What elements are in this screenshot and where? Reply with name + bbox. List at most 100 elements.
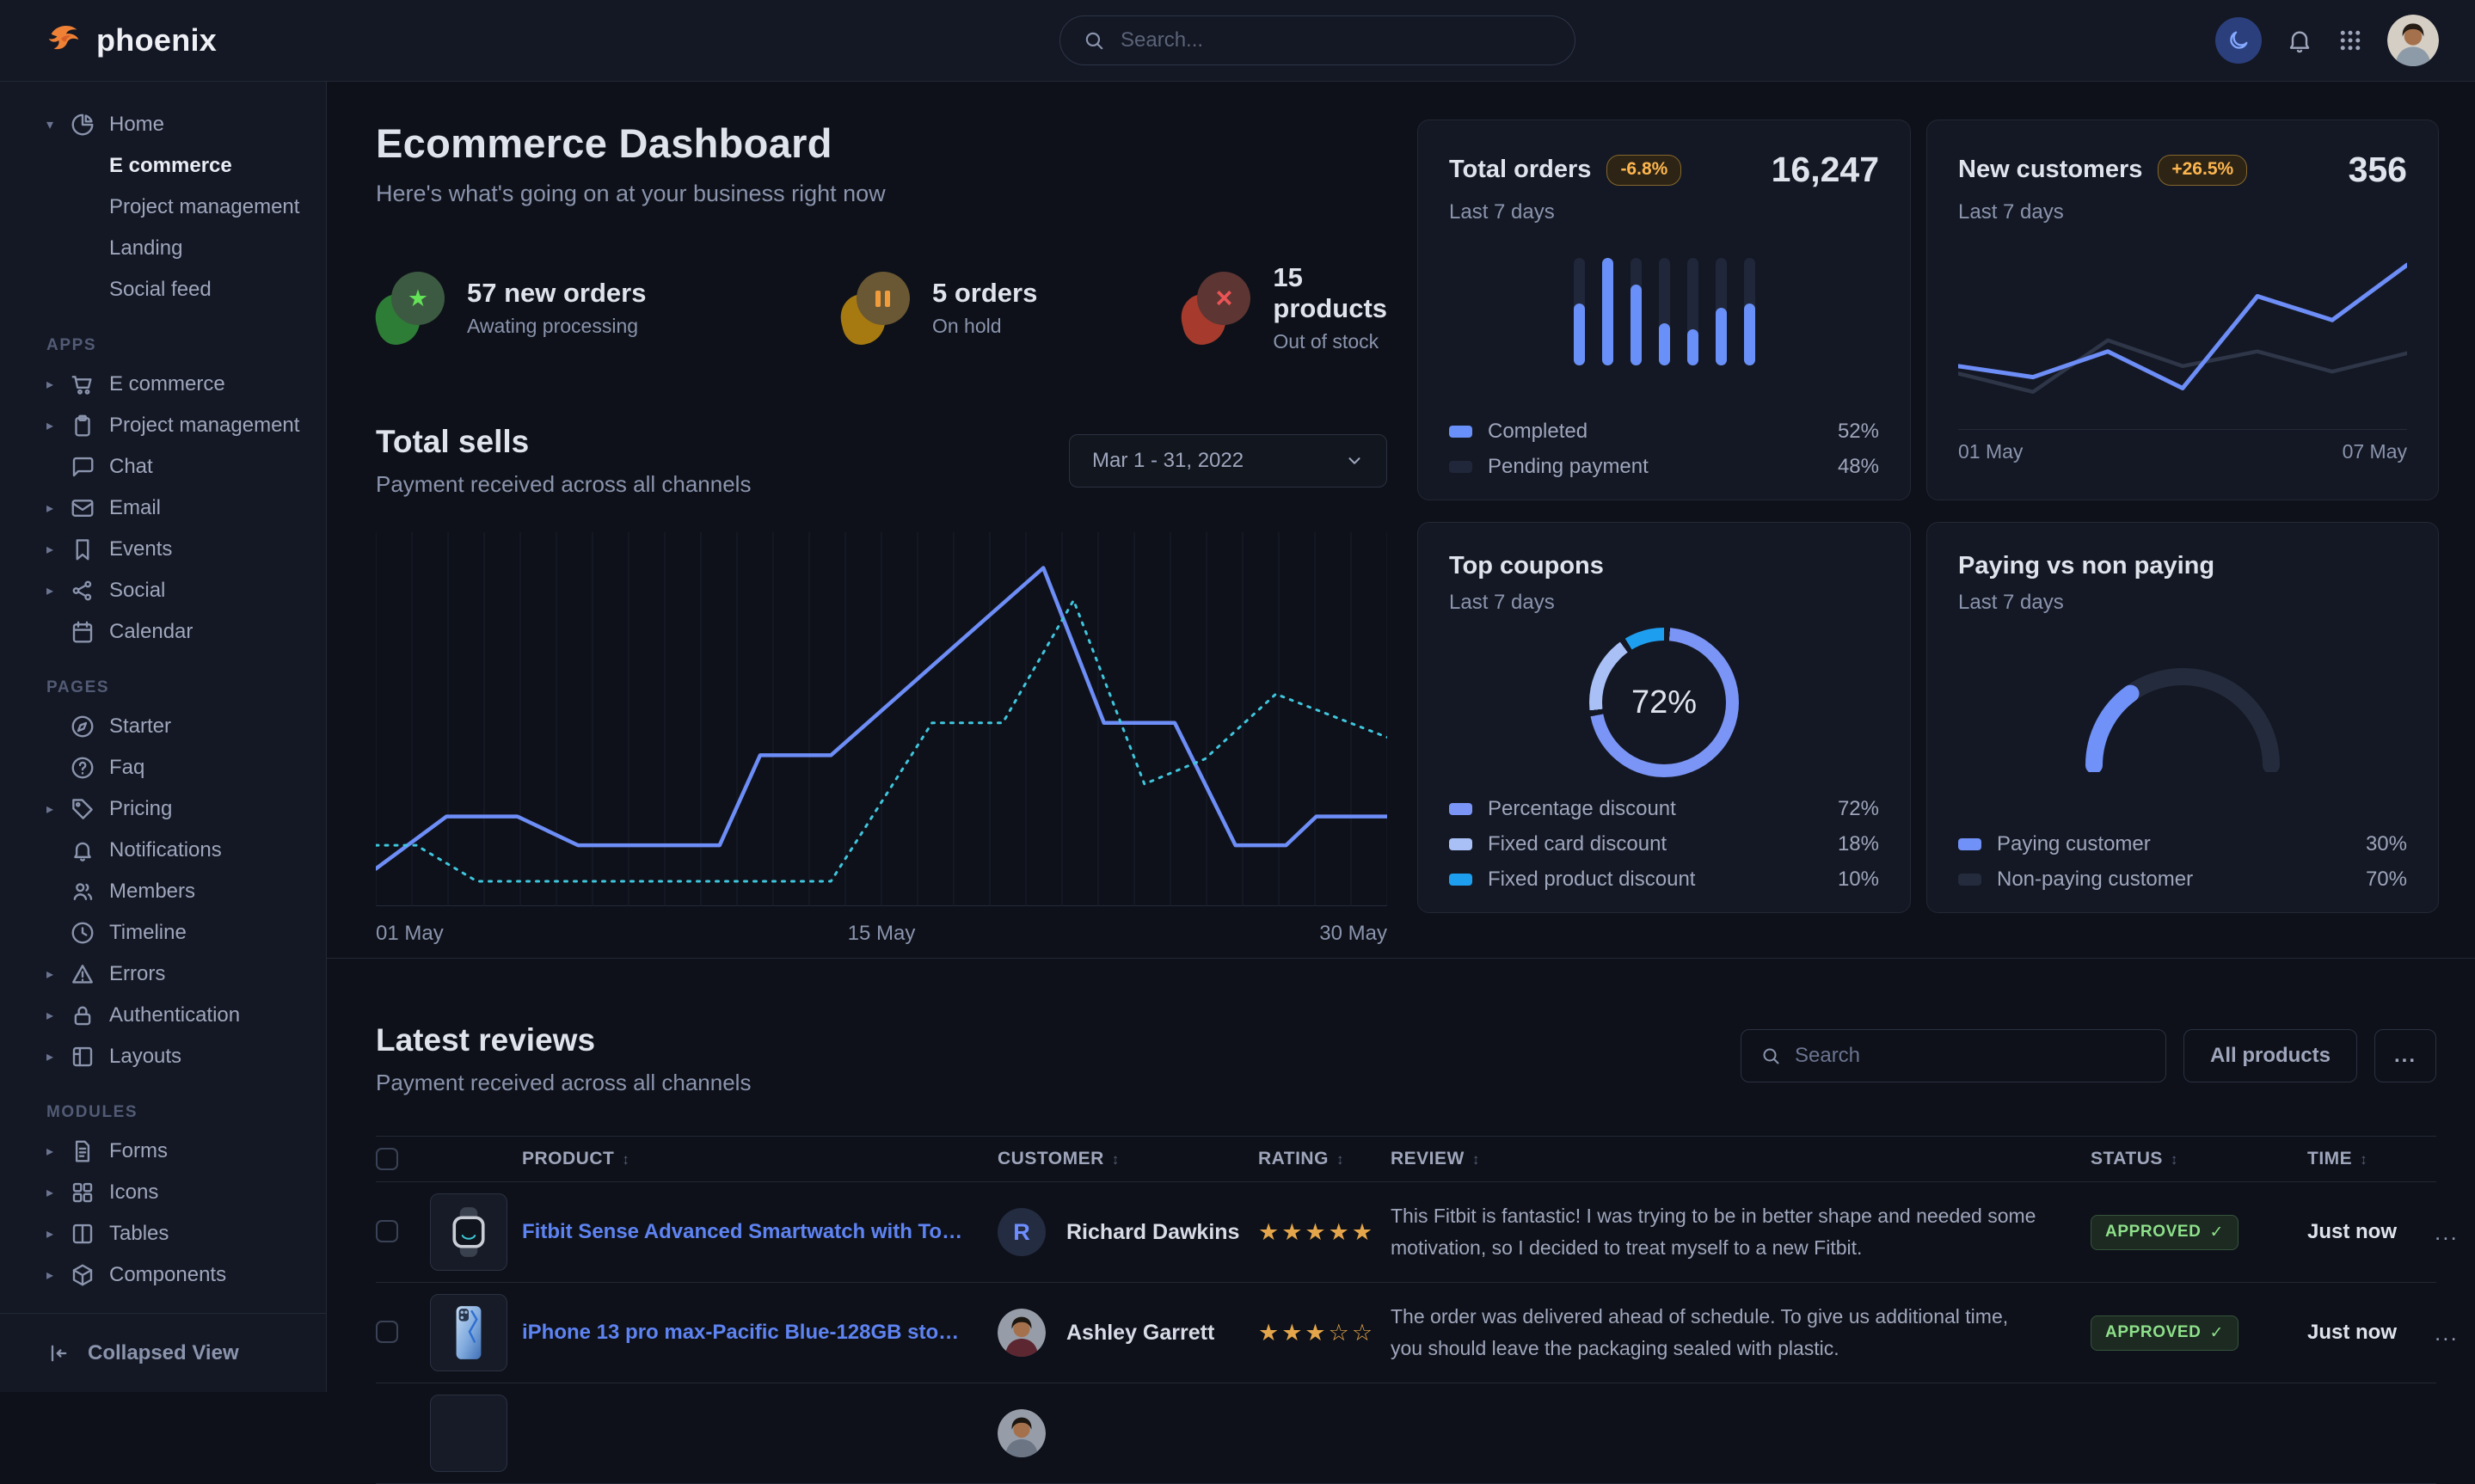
columns-icon [70,1221,95,1247]
legend-row: Percentage discount72% [1449,797,1879,821]
column-header-product[interactable]: PRODUCT↕ [522,1149,998,1169]
product-link[interactable]: Fitbit Sense Advanced Smartwatch with To… [522,1220,998,1244]
search-icon [1760,1046,1781,1066]
sidebar-item-project-management[interactable]: ▸Project management [0,405,326,446]
cell-thumb [430,1193,522,1271]
date-range-select[interactable]: Mar 1 - 31, 2022 [1069,434,1387,488]
notifications-button[interactable] [2286,27,2313,54]
stat-circle-shape: × [1197,272,1250,325]
row-checkbox[interactable] [376,1321,398,1343]
cell-checkbox [376,1220,430,1245]
share-icon [70,578,95,604]
sidebar-item-events[interactable]: ▸Events [0,529,326,570]
bar-track [1631,258,1642,365]
rating-stars: ★★★★★ [1258,1219,1391,1246]
row-checkbox[interactable] [376,1220,398,1242]
product-thumbnail [430,1294,507,1371]
sidebar-item-pricing[interactable]: ▸Pricing [0,788,326,830]
collapsed-view-toggle[interactable]: Collapsed View [0,1313,326,1392]
legend-swatch [1449,874,1472,886]
header-checkbox[interactable] [376,1148,398,1170]
user-avatar[interactable] [2387,15,2439,66]
sidebar-item-home[interactable]: ▾Home [0,104,326,145]
legend-value: 52% [1838,420,1879,444]
all-products-button[interactable]: All products [2183,1029,2357,1082]
bar-track [1744,258,1755,365]
total-sells-title: Total sells [376,424,751,460]
sidebar-item-chat[interactable]: Chat [0,446,326,488]
x-icon: × [1215,284,1232,313]
cell-more: ... [2429,1218,2467,1247]
row-more-button[interactable]: ... [2429,1319,2467,1347]
dashboard-header-section: Ecommerce Dashboard Here's what's going … [376,120,1387,946]
sidebar-item-timeline[interactable]: Timeline [0,912,326,954]
column-header-customer[interactable]: CUSTOMER↕ [998,1149,1258,1169]
column-header-time[interactable]: TIME↕ [2307,1149,2429,1169]
cell-product: Fitbit Sense Advanced Smartwatch with To… [522,1220,998,1244]
sidebar-section-label: PAGES [0,678,326,697]
sidebar-item-notifications[interactable]: Notifications [0,830,326,871]
stat-label: On hold [932,315,1037,338]
sidebar-item-tables[interactable]: ▸Tables [0,1213,326,1254]
date-range-value: Mar 1 - 31, 2022 [1092,449,1244,473]
column-header-status[interactable]: STATUS↕ [2091,1149,2307,1169]
sidebar-item-calendar[interactable]: Calendar [0,611,326,653]
warning-icon [70,961,95,987]
table-row [376,1383,2436,1484]
sidebar-item-e-commerce[interactable]: ▸E commerce [0,364,326,405]
customer-avatar [998,1309,1046,1357]
sidebar-item-errors[interactable]: ▸Errors [0,954,326,995]
status-badge: APPROVED ✓ [2091,1215,2239,1250]
top-navbar: phoenix [0,0,2475,82]
navbar-search-input[interactable] [1119,28,1552,53]
sidebar-item-layouts[interactable]: ▸Layouts [0,1036,326,1077]
column-header-rating[interactable]: RATING↕ [1258,1149,1391,1169]
pause-icon [875,291,890,307]
brand[interactable]: phoenix [0,21,327,60]
stat-circle-shape [857,272,910,325]
sidebar-item-authentication[interactable]: ▸Authentication [0,995,326,1036]
sidebar-item-label: Layouts [109,1045,181,1069]
x-tick: 01 May [1958,440,2023,463]
sidebar-subitem-project-management[interactable]: Project management [0,187,326,228]
sidebar-subitem-social-feed[interactable]: Social feed [0,269,326,310]
card-paying-vs-nonpaying: Paying vs non paying Last 7 days Paying … [1926,522,2439,913]
sidebar-item-forms[interactable]: ▸Forms [0,1131,326,1172]
reviews-search[interactable] [1741,1029,2166,1082]
brand-name: phoenix [96,22,217,58]
legend-value: 72% [1838,797,1879,821]
product-thumbnail [430,1395,507,1472]
sidebar-item-icons[interactable]: ▸Icons [0,1172,326,1213]
product-link[interactable]: iPhone 13 pro max-Pacific Blue-128GB sto… [522,1321,998,1345]
bar-fill [1716,308,1727,366]
x-tick: 01 May [376,922,444,946]
total-sells-chart [376,532,1387,906]
caret-right-icon: ▸ [46,417,70,434]
caret-right-icon: ▸ [46,582,70,599]
reviews-search-input[interactable] [1793,1043,2146,1069]
legend-value: 48% [1838,455,1879,479]
column-header-review[interactable]: REVIEW↕ [1391,1149,2091,1169]
apps-grid-button[interactable] [2337,28,2363,53]
delta-badge: +26.5% [2158,155,2247,186]
customers-x-axis: 01 May 07 May [1958,440,2407,463]
sidebar-item-components[interactable]: ▸Components [0,1254,326,1296]
reviews-more-button[interactable]: ... [2374,1029,2436,1082]
sidebar-subitem-landing[interactable]: Landing [0,228,326,269]
theme-toggle-button[interactable] [2215,17,2262,64]
sidebar-item-starter[interactable]: Starter [0,706,326,747]
stat-item: ×15 productsOut of stock [1182,262,1387,353]
sidebar-item-faq[interactable]: Faq [0,747,326,788]
sidebar-item-social[interactable]: ▸Social [0,570,326,611]
grid-icon [70,1180,95,1205]
sidebar-subitem-label: Project management [109,195,299,219]
sidebar-item-members[interactable]: Members [0,871,326,912]
row-more-button[interactable]: ... [2429,1218,2467,1247]
bar-fill [1574,304,1585,366]
stat-circle-shape: ★ [391,272,445,325]
navbar-search[interactable] [1059,15,1575,65]
customer-avatar: R [998,1208,1046,1256]
sidebar-subitem-e-commerce[interactable]: E commerce [0,145,326,187]
pie-chart-icon [70,112,95,138]
sidebar-item-email[interactable]: ▸Email [0,488,326,529]
